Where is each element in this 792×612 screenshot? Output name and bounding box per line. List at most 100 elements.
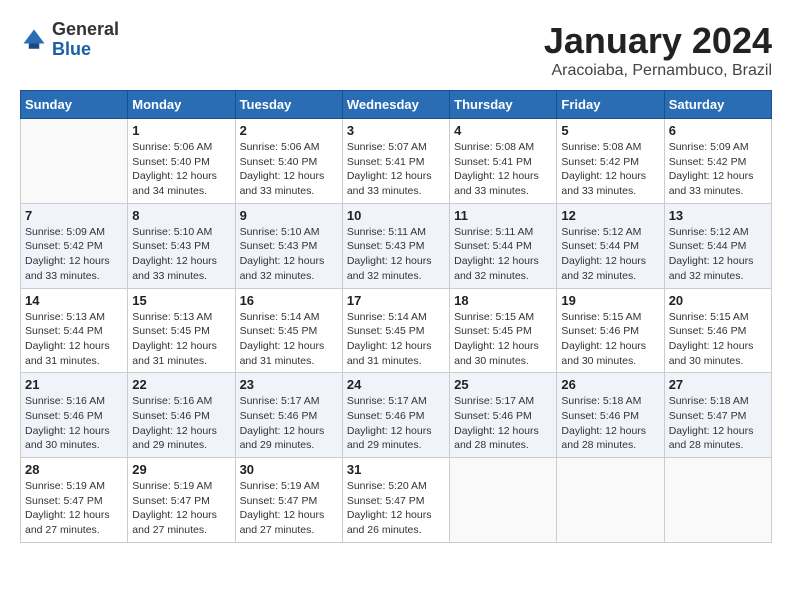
day-number: 3 (347, 123, 445, 138)
day-cell: 2Sunrise: 5:06 AM Sunset: 5:40 PM Daylig… (235, 119, 342, 204)
day-info: Sunrise: 5:19 AM Sunset: 5:47 PM Dayligh… (240, 479, 338, 538)
day-number: 12 (561, 208, 659, 223)
header-cell-sunday: Sunday (21, 91, 128, 119)
day-cell: 26 Sunrise: 5:18 AM Sunset: 5:46 PM Dayli… (557, 373, 664, 458)
header-cell-tuesday: Tuesday (235, 91, 342, 119)
day-info: Sunrise: 5:17 AM Sunset: 5:46 PM Dayligh… (240, 394, 338, 453)
header-row: SundayMondayTuesdayWednesdayThursdayFrid… (21, 91, 772, 119)
day-number: 2 (240, 123, 338, 138)
day-info: Sunrise: 5:14 AM Sunset: 5:45 PM Dayligh… (240, 310, 338, 369)
day-info: Sunrise: 5:18 AM Sunset: 5:47 PM Dayligh… (669, 394, 767, 453)
week-row-3: 14 Sunrise: 5:13 AM Sunset: 5:44 PM Dayli… (21, 288, 772, 373)
calendar-body: 1Sunrise: 5:06 AM Sunset: 5:40 PM Daylig… (21, 119, 772, 543)
day-info: Sunrise: 5:14 AM Sunset: 5:45 PM Dayligh… (347, 310, 445, 369)
title-area: January 2024 Aracoiaba, Pernambuco, Braz… (544, 20, 772, 80)
day-number: 4 (454, 123, 552, 138)
day-cell: 6Sunrise: 5:09 AM Sunset: 5:42 PM Daylig… (664, 119, 771, 204)
day-info: Sunrise: 5:16 AM Sunset: 5:46 PM Dayligh… (132, 394, 230, 453)
day-number: 8 (132, 208, 230, 223)
day-number: 27 (669, 377, 767, 392)
day-cell: 28Sunrise: 5:19 AM Sunset: 5:47 PM Dayli… (21, 458, 128, 543)
day-info: Sunrise: 5:08 AM Sunset: 5:41 PM Dayligh… (454, 140, 552, 199)
day-cell: 8 Sunrise: 5:10 AM Sunset: 5:43 PM Daylig… (128, 203, 235, 288)
day-cell: 27 Sunrise: 5:18 AM Sunset: 5:47 PM Dayli… (664, 373, 771, 458)
day-cell: 23Sunrise: 5:17 AM Sunset: 5:46 PM Dayli… (235, 373, 342, 458)
logo-icon (20, 26, 48, 54)
header-cell-thursday: Thursday (450, 91, 557, 119)
day-number: 24 (347, 377, 445, 392)
day-info: Sunrise: 5:12 AM Sunset: 5:44 PM Dayligh… (669, 225, 767, 284)
day-info: Sunrise: 5:11 AM Sunset: 5:44 PM Dayligh… (454, 225, 552, 284)
day-cell: 25Sunrise: 5:17 AM Sunset: 5:46 PM Dayli… (450, 373, 557, 458)
day-info: Sunrise: 5:09 AM Sunset: 5:42 PM Dayligh… (669, 140, 767, 199)
day-number: 15 (132, 293, 230, 308)
day-cell: 3 Sunrise: 5:07 AM Sunset: 5:41 PM Daylig… (342, 119, 449, 204)
day-cell: 24 Sunrise: 5:17 AM Sunset: 5:46 PM Dayli… (342, 373, 449, 458)
day-info: Sunrise: 5:10 AM Sunset: 5:43 PM Dayligh… (240, 225, 338, 284)
day-info: Sunrise: 5:15 AM Sunset: 5:46 PM Dayligh… (561, 310, 659, 369)
location-title: Aracoiaba, Pernambuco, Brazil (544, 62, 772, 80)
day-cell: 21Sunrise: 5:16 AM Sunset: 5:46 PM Dayli… (21, 373, 128, 458)
day-cell: 10 Sunrise: 5:11 AM Sunset: 5:43 PM Dayli… (342, 203, 449, 288)
calendar-table: SundayMondayTuesdayWednesdayThursdayFrid… (20, 90, 772, 543)
day-info: Sunrise: 5:15 AM Sunset: 5:45 PM Dayligh… (454, 310, 552, 369)
day-number: 29 (132, 462, 230, 477)
day-number: 25 (454, 377, 552, 392)
day-info: Sunrise: 5:13 AM Sunset: 5:45 PM Dayligh… (132, 310, 230, 369)
day-cell: 5 Sunrise: 5:08 AM Sunset: 5:42 PM Daylig… (557, 119, 664, 204)
day-cell: 20 Sunrise: 5:15 AM Sunset: 5:46 PM Dayli… (664, 288, 771, 373)
day-cell: 12 Sunrise: 5:12 AM Sunset: 5:44 PM Dayli… (557, 203, 664, 288)
day-cell: 15 Sunrise: 5:13 AM Sunset: 5:45 PM Dayli… (128, 288, 235, 373)
day-cell: 16 Sunrise: 5:14 AM Sunset: 5:45 PM Dayli… (235, 288, 342, 373)
calendar-header: SundayMondayTuesdayWednesdayThursdayFrid… (21, 91, 772, 119)
day-number: 14 (25, 293, 123, 308)
day-number: 9 (240, 208, 338, 223)
logo-text: General Blue (52, 20, 119, 60)
day-info: Sunrise: 5:17 AM Sunset: 5:46 PM Dayligh… (347, 394, 445, 453)
page-header: General Blue January 2024 Aracoiaba, Per… (20, 20, 772, 80)
day-cell: 9 Sunrise: 5:10 AM Sunset: 5:43 PM Daylig… (235, 203, 342, 288)
day-number: 31 (347, 462, 445, 477)
day-cell: 22Sunrise: 5:16 AM Sunset: 5:46 PM Dayli… (128, 373, 235, 458)
day-cell: 31 Sunrise: 5:20 AM Sunset: 5:47 PM Dayli… (342, 458, 449, 543)
day-cell (557, 458, 664, 543)
logo-general: General (52, 20, 119, 40)
day-number: 7 (25, 208, 123, 223)
week-row-4: 21Sunrise: 5:16 AM Sunset: 5:46 PM Dayli… (21, 373, 772, 458)
day-cell: 7 Sunrise: 5:09 AM Sunset: 5:42 PM Daylig… (21, 203, 128, 288)
header-cell-friday: Friday (557, 91, 664, 119)
day-info: Sunrise: 5:16 AM Sunset: 5:46 PM Dayligh… (25, 394, 123, 453)
day-number: 1 (132, 123, 230, 138)
logo: General Blue (20, 20, 119, 60)
day-number: 26 (561, 377, 659, 392)
day-info: Sunrise: 5:18 AM Sunset: 5:46 PM Dayligh… (561, 394, 659, 453)
day-number: 11 (454, 208, 552, 223)
day-info: Sunrise: 5:13 AM Sunset: 5:44 PM Dayligh… (25, 310, 123, 369)
day-cell (21, 119, 128, 204)
week-row-2: 7 Sunrise: 5:09 AM Sunset: 5:42 PM Daylig… (21, 203, 772, 288)
day-number: 10 (347, 208, 445, 223)
day-info: Sunrise: 5:20 AM Sunset: 5:47 PM Dayligh… (347, 479, 445, 538)
day-number: 17 (347, 293, 445, 308)
day-cell: 13Sunrise: 5:12 AM Sunset: 5:44 PM Dayli… (664, 203, 771, 288)
day-number: 16 (240, 293, 338, 308)
day-cell: 17 Sunrise: 5:14 AM Sunset: 5:45 PM Dayli… (342, 288, 449, 373)
day-cell: 11 Sunrise: 5:11 AM Sunset: 5:44 PM Dayli… (450, 203, 557, 288)
day-info: Sunrise: 5:10 AM Sunset: 5:43 PM Dayligh… (132, 225, 230, 284)
day-info: Sunrise: 5:12 AM Sunset: 5:44 PM Dayligh… (561, 225, 659, 284)
day-cell: 29Sunrise: 5:19 AM Sunset: 5:47 PM Dayli… (128, 458, 235, 543)
day-info: Sunrise: 5:15 AM Sunset: 5:46 PM Dayligh… (669, 310, 767, 369)
month-title: January 2024 (544, 20, 772, 62)
day-cell: 30Sunrise: 5:19 AM Sunset: 5:47 PM Dayli… (235, 458, 342, 543)
day-info: Sunrise: 5:09 AM Sunset: 5:42 PM Dayligh… (25, 225, 123, 284)
day-number: 5 (561, 123, 659, 138)
day-info: Sunrise: 5:11 AM Sunset: 5:43 PM Dayligh… (347, 225, 445, 284)
day-number: 20 (669, 293, 767, 308)
day-number: 18 (454, 293, 552, 308)
day-cell: 4 Sunrise: 5:08 AM Sunset: 5:41 PM Daylig… (450, 119, 557, 204)
day-info: Sunrise: 5:08 AM Sunset: 5:42 PM Dayligh… (561, 140, 659, 199)
day-cell (450, 458, 557, 543)
header-cell-monday: Monday (128, 91, 235, 119)
day-cell: 1Sunrise: 5:06 AM Sunset: 5:40 PM Daylig… (128, 119, 235, 204)
day-info: Sunrise: 5:07 AM Sunset: 5:41 PM Dayligh… (347, 140, 445, 199)
